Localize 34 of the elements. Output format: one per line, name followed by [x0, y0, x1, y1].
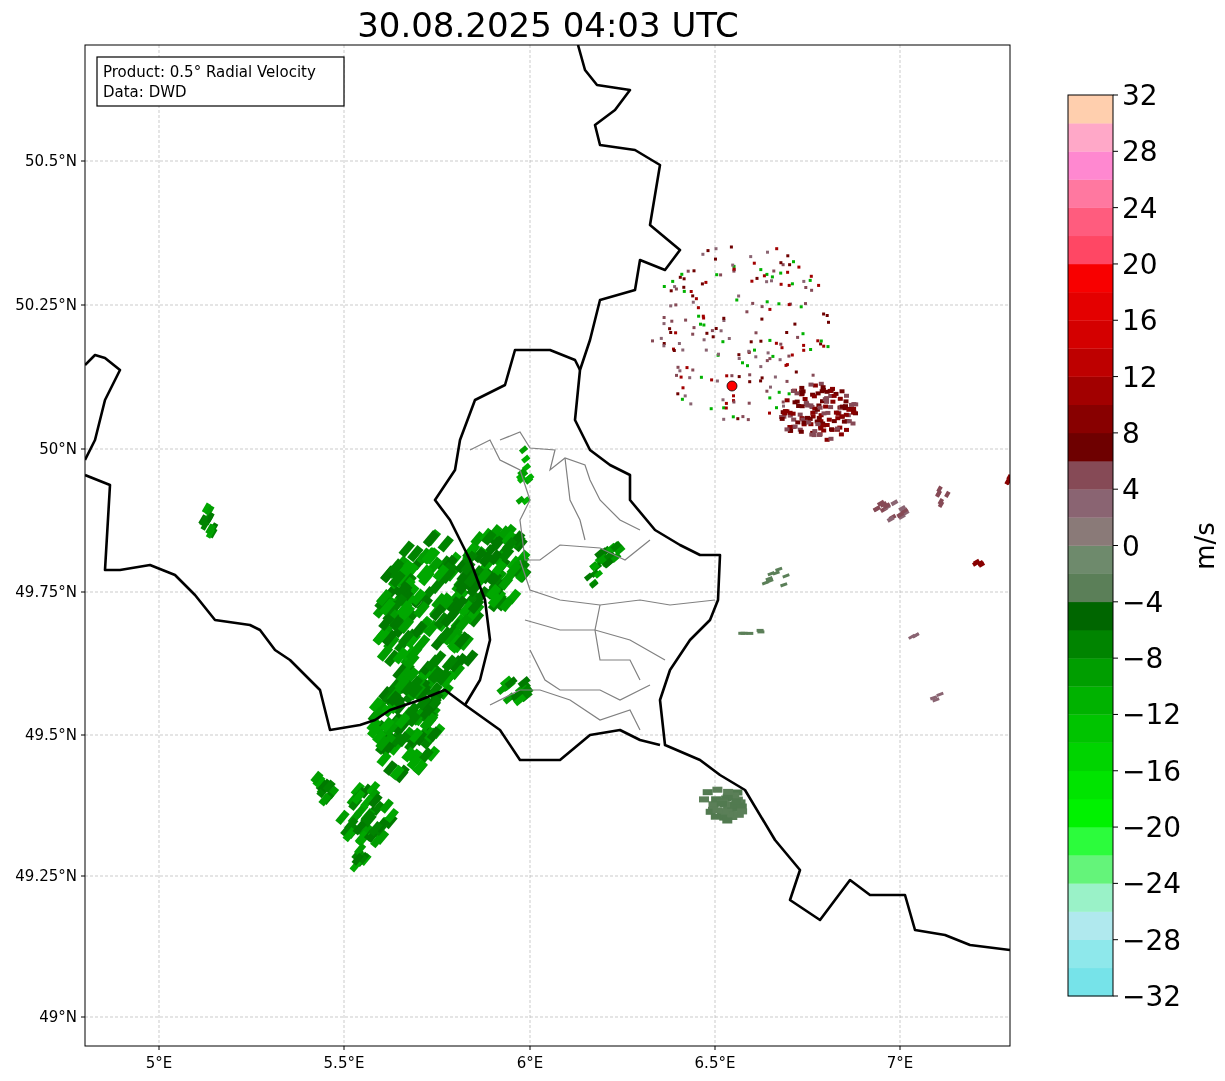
colorbar-tick-label: 12 [1122, 360, 1158, 394]
latitude-label: 49.25°N [15, 867, 77, 885]
colorbar-tick-label: −12 [1122, 698, 1182, 732]
colorbar-tick-label: −32 [1122, 980, 1182, 1013]
colorbar-tick-label: 20 [1122, 247, 1158, 281]
longitude-label: 6°E [516, 1054, 544, 1072]
latitude-label: 50°N [39, 440, 77, 458]
colorbar-tick-label: −8 [1122, 642, 1164, 676]
info-text: Product: 0.5° Radial Velocity [103, 63, 316, 81]
colorbar-tick-label: 32 [1122, 79, 1158, 112]
latitude-label: 49.5°N [24, 726, 77, 744]
latitude-label: 49.75°N [15, 583, 77, 601]
colorbar-tick-label: −4 [1122, 585, 1164, 619]
colorbar-label: m/s [1190, 522, 1220, 570]
colorbar-tick-label: 8 [1122, 416, 1140, 450]
colorbar-tick-label: −28 [1122, 923, 1182, 957]
colorbar-tick-label: 4 [1122, 473, 1140, 507]
longitude-label: 5°E [145, 1054, 173, 1072]
colorbar-tick-label: 28 [1122, 135, 1158, 169]
colorbar-tick-label: 16 [1122, 304, 1158, 338]
longitude-label: 5.5°E [323, 1054, 365, 1072]
colorbar-tick-label: −16 [1122, 754, 1182, 788]
colorbar-tick-label: −24 [1122, 867, 1182, 901]
colorbar-tick-label: 0 [1122, 529, 1140, 563]
longitude-label: 6.5°E [694, 1054, 736, 1072]
colorbar-tick-label: −20 [1122, 811, 1182, 845]
longitude-label: 7°E [886, 1054, 914, 1072]
latitude-label: 49°N [39, 1008, 77, 1026]
radar-site-icon [726, 380, 738, 392]
latitude-label: 50.5°N [24, 152, 77, 170]
latitude-label: 50.25°N [15, 296, 77, 314]
info-text: Data: DWD [103, 83, 187, 101]
chart-title: 30.08.2025 04:03 UTC [357, 5, 739, 45]
colorbar-tick-label: 24 [1122, 191, 1158, 225]
